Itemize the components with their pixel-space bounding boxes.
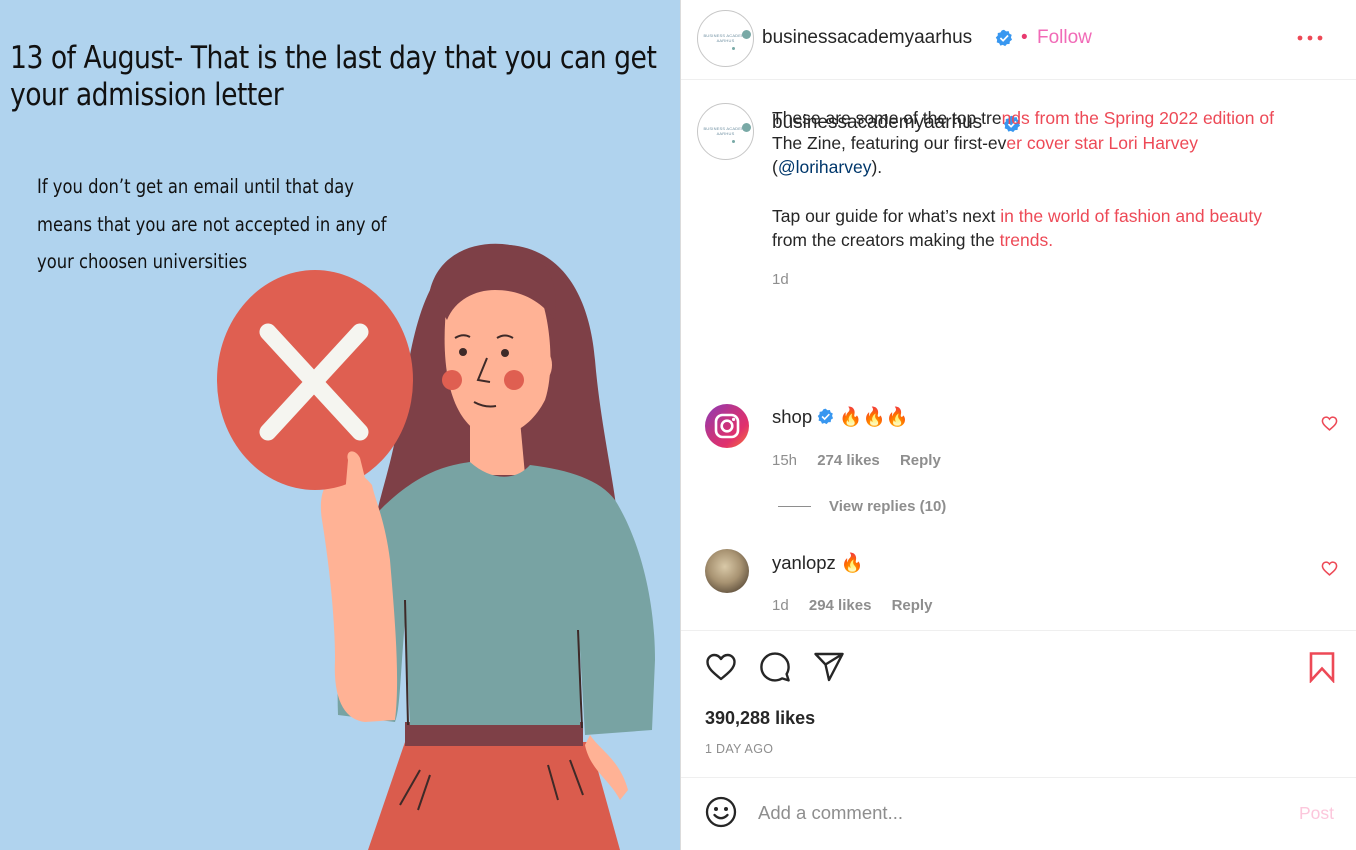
post-actions: 390,288 likes 1 DAY AGO (681, 630, 1356, 778)
caption-timestamp: 1d (772, 271, 789, 288)
instagram-icon (714, 413, 740, 439)
comment-content: shop 🔥🔥🔥 (772, 406, 909, 428)
comment-username[interactable]: shop (772, 406, 812, 427)
heart-icon[interactable] (705, 651, 737, 683)
verified-badge-icon (995, 29, 1013, 50)
reply-button[interactable]: Reply (900, 452, 941, 469)
verified-badge-icon (818, 408, 834, 425)
header-username[interactable]: businessacademyaarhus (762, 27, 972, 49)
account-avatar[interactable]: BUSINESS ACADEMY AARHUS (697, 10, 754, 67)
caption-text-segment: trends. (999, 230, 1054, 250)
comment-text: 🔥 (840, 552, 864, 573)
share-icon[interactable] (813, 651, 845, 683)
subtext-line-2: means that you are not accepted in any o… (37, 212, 387, 236)
comment-likes[interactable]: 274 likes (817, 452, 880, 469)
likes-count[interactable]: 390,288 likes (705, 708, 815, 729)
follow-button[interactable]: Follow (1037, 27, 1092, 49)
caption-text-segment: from the creators making the (772, 230, 1000, 250)
comment-username[interactable]: yanlopz (772, 552, 836, 573)
headline-line-2: your admission letter (10, 77, 284, 113)
caption-text-segment: in the world of fashion and beauty (1000, 205, 1263, 226)
add-comment-bar: Post (681, 778, 1356, 850)
caption-avatar[interactable]: BUSINESS ACADEMY AARHUS (697, 103, 754, 160)
comment-time: 15h (772, 452, 798, 469)
comment-likes[interactable]: 294 likes (809, 597, 872, 614)
subtext-line-3: your choosen universities (37, 250, 248, 273)
commenter-avatar[interactable] (705, 404, 749, 448)
post-timestamp: 1 DAY AGO (705, 742, 774, 756)
bookmark-icon[interactable] (1306, 651, 1338, 683)
comment-like-heart-icon[interactable] (1321, 415, 1338, 432)
more-options-icon[interactable] (1295, 30, 1325, 46)
post-image: 13 of August- That is the last day that … (0, 0, 680, 850)
comment-text: 🔥🔥🔥 (839, 406, 909, 427)
post-comment-button[interactable]: Post (1299, 803, 1334, 824)
comment-time: 1d (772, 597, 789, 614)
woman-with-reject-sign-illustration (217, 243, 655, 850)
separator-dot: • (1021, 27, 1028, 48)
image-subtext: If you don’t get an email until that day… (37, 168, 407, 281)
post-panel: BUSINESS ACADEMY AARHUS businessacademya… (681, 0, 1356, 850)
view-replies-button[interactable]: View replies (10) (778, 498, 946, 515)
commenter-avatar[interactable] (705, 549, 749, 593)
replies-line (778, 506, 811, 507)
view-replies-label[interactable]: View replies (10) (829, 498, 946, 515)
comment-input[interactable] (758, 798, 1278, 828)
caption-text-segment: These are some of the top tre (772, 108, 1002, 128)
mention-link[interactable]: @loriharvey (778, 157, 872, 177)
caption-text-segment: nds from the Spring 2022 edition of (1001, 108, 1274, 128)
comment-meta: 15h 274 likes Reply (772, 452, 957, 469)
comment-content: yanlopz 🔥 (772, 552, 864, 574)
caption-text: These are some of the top trends from th… (772, 106, 1332, 253)
caption-text-segment: ). (871, 157, 883, 177)
emoji-icon[interactable] (705, 796, 737, 828)
caption-text-segment: Tap our guide for what’s next (772, 205, 1001, 226)
comment-icon[interactable] (759, 651, 791, 683)
headline-line-1: 13 of August- That is the last day that … (10, 40, 657, 76)
caption-text-segment: The Zine, featuring our first-ev (772, 132, 1007, 153)
subtext-line-1: If you don’t get an email until that day (37, 175, 354, 198)
caption-text-segment: er cover star Lori Harvey (1006, 132, 1198, 153)
comment-meta: 1d 294 likes Reply (772, 597, 948, 614)
comment-like-heart-icon[interactable] (1321, 560, 1338, 577)
image-headline: 13 of August- That is the last day that … (10, 40, 680, 114)
reply-button[interactable]: Reply (892, 597, 933, 614)
post-header: BUSINESS ACADEMY AARHUS businessacademya… (681, 0, 1356, 80)
